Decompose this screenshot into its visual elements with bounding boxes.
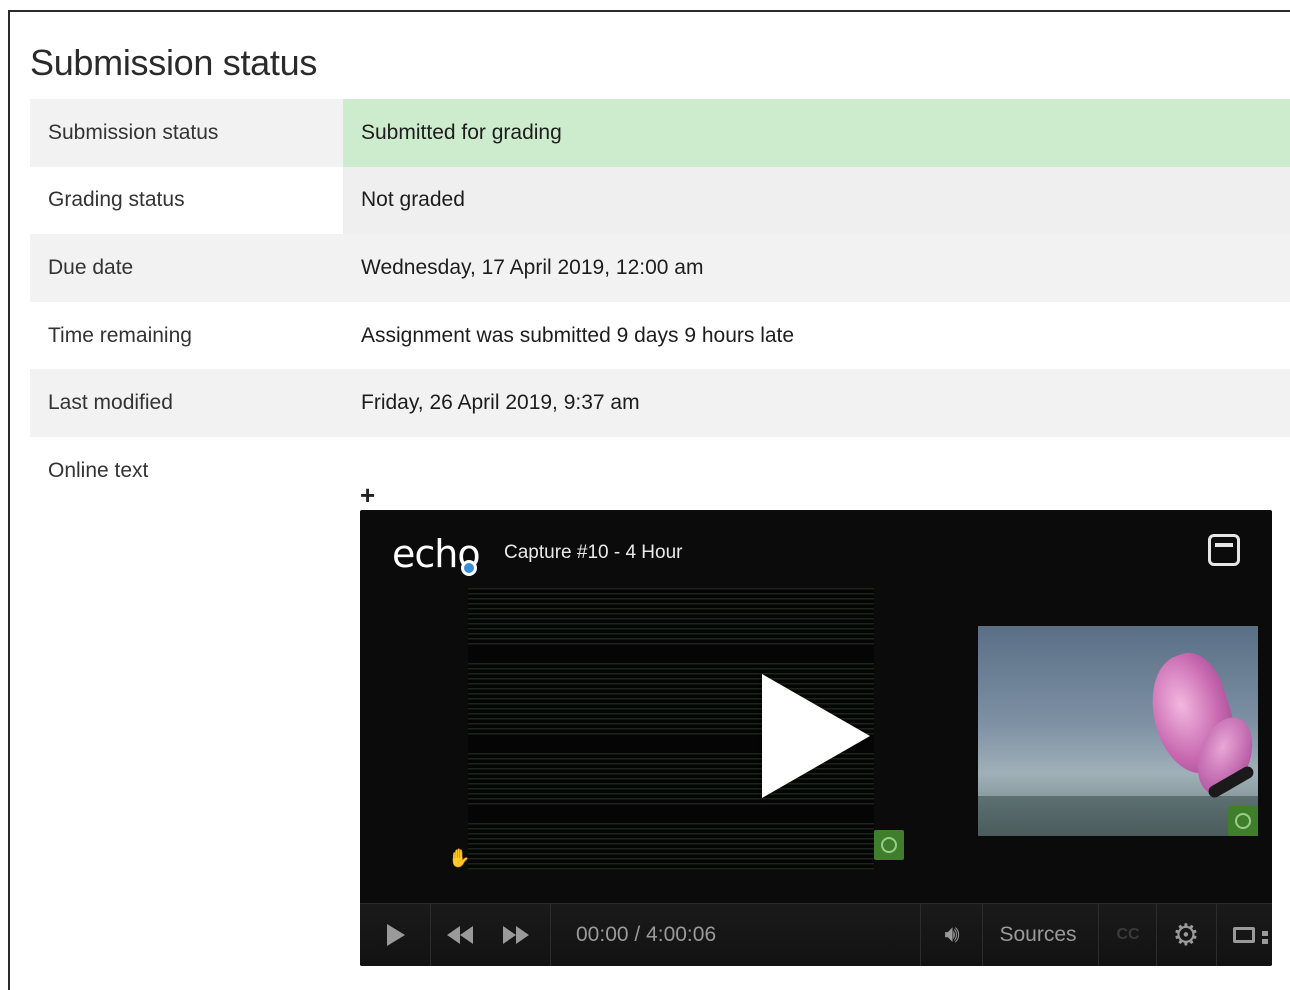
logo-dot-icon (461, 560, 477, 576)
table-row: Due date Wednesday, 17 April 2019, 12:00… (30, 234, 1290, 302)
due-date-value: Wednesday, 17 April 2019, 12:00 am (343, 234, 1290, 302)
time-remaining-value: Assignment was submitted 9 days 9 hours … (343, 301, 1290, 370)
rewind-button[interactable] (440, 904, 480, 966)
table-row: Submission status Submitted for grading (30, 99, 1290, 167)
marker-icon[interactable] (1228, 806, 1258, 836)
volume-button[interactable]: 🔊︎ (930, 904, 974, 966)
gear-icon: ⚙ (1172, 918, 1200, 952)
rewind-icon (447, 926, 460, 944)
video-title: Capture #10 - 4 Hour (504, 542, 683, 563)
settings-button[interactable]: ⚙ (1164, 904, 1208, 966)
cc-button[interactable]: CC (1108, 904, 1148, 966)
table-row: Time remaining Assignment was submitted … (30, 301, 1290, 370)
sources-button[interactable]: Sources (990, 904, 1086, 966)
layout-icon (1233, 927, 1268, 944)
row-label: Grading status (30, 166, 343, 235)
plus-icon[interactable]: + (360, 480, 375, 511)
video-player[interactable]: echo Capture #10 - 4 Hour ✋ 00:00 / 4:00… (360, 510, 1272, 966)
layout-button[interactable] (1222, 904, 1268, 966)
marker-icon[interactable] (874, 830, 904, 860)
video-thumbnail[interactable] (978, 626, 1263, 836)
volume-icon: 🔊︎ (944, 921, 960, 948)
time-display: 00:00 / 4:00:06 (576, 923, 717, 946)
table-row: Last modified Friday, 26 April 2019, 9:3… (30, 369, 1290, 437)
player-controls: 00:00 / 4:00:06 🔊︎ Sources CC ⚙ (360, 903, 1272, 966)
play-button[interactable] (378, 904, 414, 966)
echo360-logo: echo (392, 532, 481, 576)
submission-status-value: Submitted for grading (343, 99, 1290, 167)
row-label: Last modified (30, 369, 343, 437)
row-label: Time remaining (30, 301, 343, 370)
page-title: Submission status (30, 41, 318, 83)
last-modified-value: Friday, 26 April 2019, 9:37 am (343, 369, 1290, 437)
echo-panel-icon[interactable] (1208, 534, 1240, 566)
fast-forward-icon (503, 926, 516, 944)
play-icon[interactable] (762, 674, 870, 798)
row-label: Online text (30, 436, 343, 977)
row-label: Due date (30, 234, 343, 302)
fast-forward-button[interactable] (496, 904, 536, 966)
play-icon (387, 924, 405, 946)
hand-icon: ✋ (448, 848, 471, 868)
table-row: Grading status Not graded (30, 166, 1290, 235)
row-label: Submission status (30, 99, 343, 167)
grading-status-value: Not graded (343, 166, 1290, 235)
